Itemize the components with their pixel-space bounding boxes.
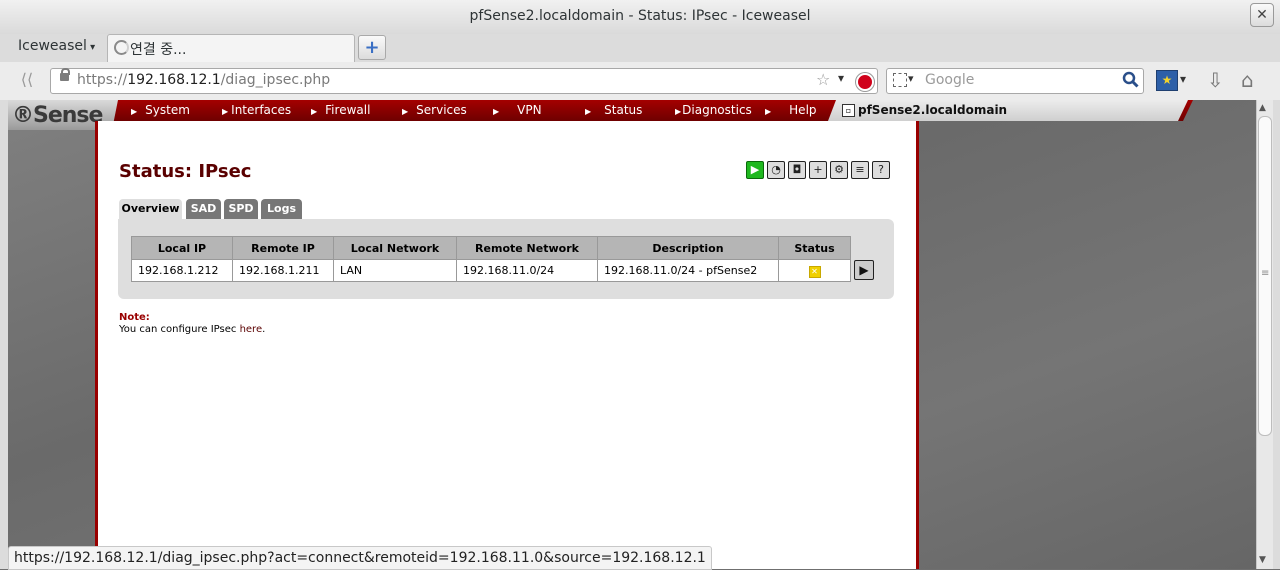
- nav-label: System: [145, 103, 190, 117]
- status-graph-icon[interactable]: ◔: [767, 161, 785, 179]
- chevron-down-icon: ▾: [86, 42, 96, 53]
- tab-overview[interactable]: Overview: [119, 199, 182, 219]
- note-suffix: .: [262, 324, 266, 335]
- nav-vpn[interactable]: ▶ VPN: [493, 103, 542, 117]
- nav-label: VPN: [517, 103, 542, 117]
- tab-sad[interactable]: SAD: [186, 199, 221, 219]
- bookmark-star-icon[interactable]: ☆: [816, 70, 830, 89]
- arrow-right-icon: ▶: [402, 107, 409, 116]
- nav-help[interactable]: ▶ Help: [765, 103, 817, 117]
- download-icon[interactable]: ⇩: [1207, 68, 1224, 92]
- col-remote-ip: Remote IP: [232, 236, 334, 260]
- page-title: Status: IPsec: [119, 161, 252, 182]
- url-host: 192.168.12.1: [127, 72, 221, 88]
- table-row: 192.168.1.212 192.168.1.211 LAN 192.168.…: [131, 259, 851, 282]
- loading-spinner-icon: [114, 40, 129, 55]
- nav-label: Help: [789, 103, 817, 117]
- bookmarks-button[interactable]: ★: [1156, 70, 1178, 91]
- cell-status: ✕: [778, 259, 851, 282]
- col-local-ip: Local IP: [131, 236, 233, 260]
- nav-interfaces[interactable]: ▶ Interfaces: [222, 103, 291, 117]
- chevron-down-icon[interactable]: ▾: [1180, 72, 1186, 86]
- arrow-right-icon: ▶: [765, 107, 772, 116]
- cell-remote-network: 192.168.11.0/24: [456, 259, 598, 282]
- network-host-icon: ▫: [842, 104, 855, 117]
- nav-diagnostics[interactable]: ▶Diagnostics: [675, 103, 752, 117]
- nav-firewall[interactable]: ▶ Firewall: [311, 103, 370, 117]
- connect-tunnel-icon[interactable]: ▶: [854, 260, 874, 280]
- stop-icon[interactable]: [856, 73, 874, 91]
- filter-log-icon[interactable]: ◘: [788, 161, 806, 179]
- pfsense-logo-text: ®Sense: [12, 103, 103, 128]
- ipsec-tunnels-table: Local IP Remote IP Local Network Remote …: [131, 236, 851, 282]
- col-remote-network: Remote Network: [456, 236, 598, 260]
- help-icon[interactable]: ?: [872, 161, 890, 179]
- home-icon[interactable]: ⌂: [1241, 68, 1254, 92]
- url-text[interactable]: https://192.168.12.1/diag_ipsec.php: [77, 72, 330, 88]
- url-path: /diag_ipsec.php: [220, 72, 331, 88]
- new-tab-button[interactable]: +: [358, 35, 386, 60]
- status-bar-url: https://192.168.12.1/diag_ipsec.php?act=…: [8, 546, 712, 570]
- app-menu-label: Iceweasel: [18, 38, 87, 54]
- add-widget-icon[interactable]: +: [809, 161, 827, 179]
- scroll-grip-icon: ≡: [1261, 268, 1270, 279]
- table-header-row: Local IP Remote IP Local Network Remote …: [131, 236, 851, 260]
- arrow-right-icon: ▶: [585, 107, 592, 116]
- nav-label: Status: [604, 103, 643, 117]
- chevron-down-icon[interactable]: ▾: [908, 72, 914, 85]
- back-button[interactable]: ⟨⟨: [14, 68, 40, 92]
- tab-spd[interactable]: SPD: [224, 199, 258, 219]
- cell-local-network: LAN: [333, 259, 457, 282]
- col-local-network: Local Network: [333, 236, 457, 260]
- cell-local-ip: 192.168.1.212: [131, 259, 233, 282]
- note-body: You can configure IPsec: [119, 324, 240, 335]
- search-input[interactable]: Google: [925, 72, 974, 88]
- logo-word: Sense: [33, 103, 103, 128]
- configure-ipsec-link[interactable]: here: [240, 324, 263, 335]
- col-description: Description: [597, 236, 779, 260]
- app-menu-button[interactable]: Iceweasel ▾: [18, 38, 95, 54]
- nav-label: Services: [416, 103, 467, 117]
- search-icon[interactable]: [1122, 71, 1139, 88]
- hostname-label: pfSense2.localdomain: [858, 103, 1008, 117]
- lock-icon[interactable]: [60, 73, 69, 81]
- search-engine-icon[interactable]: [893, 73, 907, 87]
- arrow-right-icon: ▶: [222, 107, 229, 116]
- nav-label: Diagnostics: [682, 103, 752, 117]
- col-status: Status: [778, 236, 851, 260]
- arrow-right-icon: ▶: [311, 107, 318, 116]
- settings-icon[interactable]: ⚙: [830, 161, 848, 179]
- arrow-right-icon: ▶: [493, 107, 500, 116]
- cell-description: 192.168.11.0/24 - pfSense2: [597, 259, 779, 282]
- logo-symbol: ®: [12, 103, 34, 128]
- content-panel: [95, 121, 919, 569]
- url-history-dropdown[interactable]: ▾: [838, 71, 844, 85]
- cell-remote-ip: 192.168.1.211: [232, 259, 334, 282]
- nav-services[interactable]: ▶ Services: [402, 103, 467, 117]
- browser-tab-label: 연결 중...: [130, 42, 187, 58]
- arrow-right-icon: ▶: [131, 107, 138, 116]
- nav-status[interactable]: ▶ Status: [585, 103, 642, 117]
- window-title: pfSense2.localdomain - Status: IPsec - I…: [469, 8, 811, 24]
- nav-system[interactable]: ▶ System: [131, 103, 190, 117]
- status-down-icon: ✕: [808, 265, 821, 278]
- window-left-edge: [0, 100, 8, 569]
- tab-logs[interactable]: Logs: [261, 199, 302, 219]
- url-scheme: https://: [77, 72, 128, 88]
- back-arrow-icon: ⟨⟨: [20, 70, 34, 89]
- play-icon[interactable]: ▶: [746, 161, 764, 179]
- arrow-right-icon: ▶: [675, 107, 682, 116]
- nav-label: Firewall: [325, 103, 371, 117]
- note-label: Note:: [119, 312, 150, 323]
- nav-label: Interfaces: [231, 103, 292, 117]
- scroll-down-icon[interactable]: ▼: [1259, 555, 1266, 565]
- scroll-up-icon[interactable]: ▲: [1259, 103, 1266, 113]
- window-close-button[interactable]: ✕: [1250, 3, 1274, 27]
- list-icon[interactable]: ≡: [851, 161, 869, 179]
- note-text: You can configure IPsec here.: [119, 324, 265, 335]
- window-right-edge: [1272, 100, 1280, 569]
